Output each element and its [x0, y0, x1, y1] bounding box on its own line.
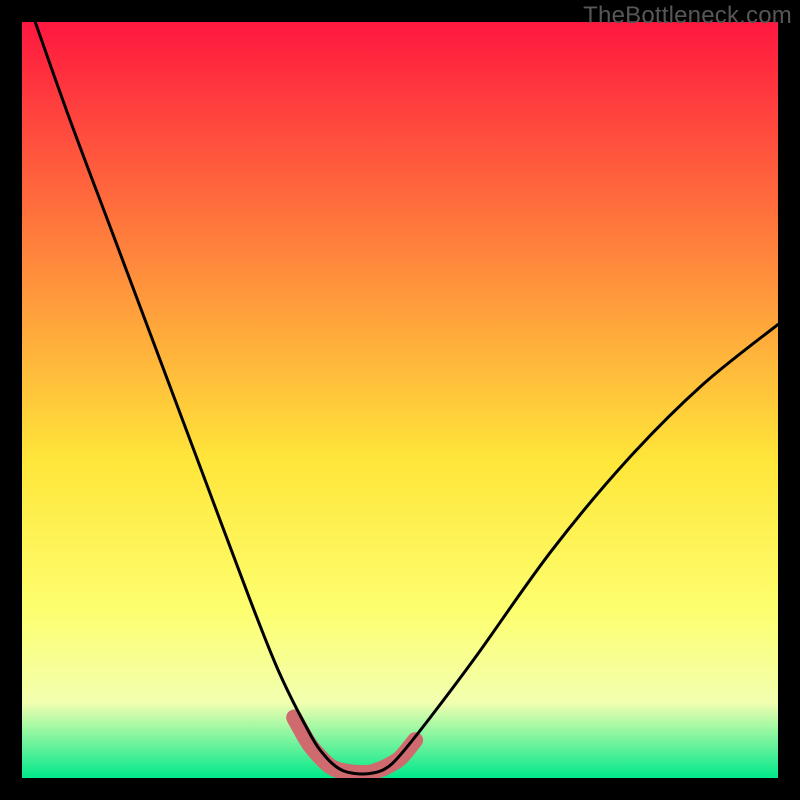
- gradient-background: [22, 22, 778, 778]
- chart-svg: [22, 22, 778, 778]
- plot-area: [22, 22, 778, 778]
- watermark-text: TheBottleneck.com: [583, 2, 792, 30]
- chart-frame: TheBottleneck.com: [0, 0, 800, 800]
